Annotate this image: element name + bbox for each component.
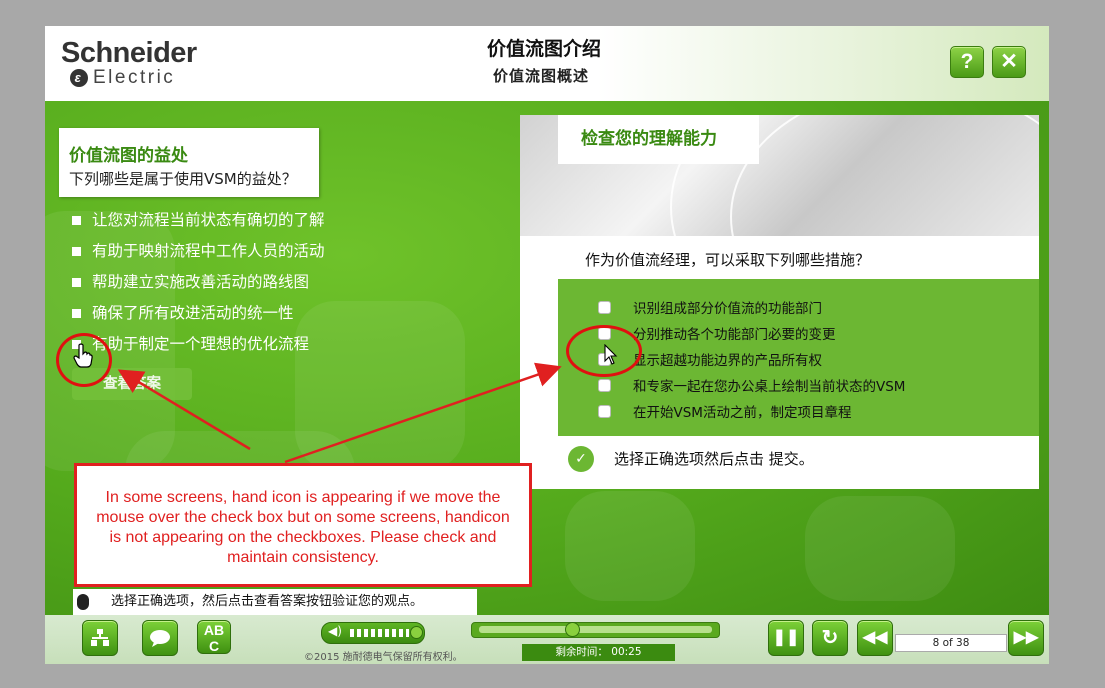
benefits-card: 价值流图的益处 下列哪些是属于使用VSM的益处？ bbox=[59, 128, 319, 197]
checkbox[interactable] bbox=[72, 309, 81, 318]
speech-bubble-icon bbox=[150, 630, 170, 647]
checkbox[interactable] bbox=[72, 216, 81, 225]
knowledge-check-panel: 检查您的理解能力 作为价值流经理，可以采取下列哪些措施？ 识别组成部分价值流的功… bbox=[520, 115, 1039, 489]
checkbox[interactable] bbox=[598, 405, 611, 418]
background-shape bbox=[565, 491, 695, 601]
course-title: 价值流图介绍 bbox=[487, 38, 602, 60]
benefit-option[interactable]: 让您对流程当前状态有确切的了解 bbox=[71, 209, 325, 240]
previous-button[interactable]: ◀◀ bbox=[857, 620, 893, 656]
knowledge-check-title: 检查您的理解能力 bbox=[558, 115, 759, 164]
progress-slider[interactable] bbox=[471, 622, 720, 638]
benefit-option[interactable]: 帮助建立实施改善活动的路线图 bbox=[71, 271, 325, 302]
sitemap-icon bbox=[91, 629, 109, 646]
rewind-icon: ◀◀ bbox=[862, 629, 888, 646]
progress-knob[interactable] bbox=[565, 622, 580, 637]
replay-button[interactable]: ↻ bbox=[812, 620, 848, 656]
checkbox[interactable] bbox=[72, 247, 81, 256]
checkbox[interactable] bbox=[598, 379, 611, 392]
player-controls: AB C ◀) ©2015 施耐德电气保留所有权利。 剩余时间： 00:25 ❚… bbox=[45, 615, 1049, 664]
mouse-hint-icon: ✓ bbox=[568, 446, 594, 472]
sitemap-button[interactable] bbox=[82, 620, 118, 656]
replay-icon: ↻ bbox=[821, 627, 839, 649]
benefits-title: 价值流图的益处 bbox=[69, 146, 188, 166]
submit-hint: ✓ 选择正确选项然后点击 提交。 bbox=[558, 436, 1039, 486]
instruction-bar: 选择正确选项，然后点击查看答案按钮验证您的观点。 bbox=[73, 589, 477, 615]
page-indicator: 8 of 38 bbox=[895, 634, 1007, 652]
annotation-callout: In some screens, hand icon is appearing … bbox=[74, 463, 532, 587]
benefits-question: 下列哪些是属于使用VSM的益处？ bbox=[69, 170, 297, 188]
header: Schneider ε Electric 价值流图介绍 价值流图概述 ? ✕ bbox=[45, 26, 1049, 101]
answer-option[interactable]: 在开始VSM活动之前，制定项目章程 bbox=[558, 398, 1038, 424]
time-remaining: 剩余时间： 00:25 bbox=[522, 644, 675, 661]
pause-button[interactable]: ❚❚ bbox=[768, 620, 804, 656]
glossary-button[interactable]: AB C bbox=[197, 620, 231, 654]
hand-cursor-icon bbox=[73, 343, 93, 368]
logo-glyph-icon: ε bbox=[70, 69, 88, 87]
knowledge-check-question: 作为价值流经理，可以采取下列哪些措施？ bbox=[585, 251, 871, 269]
benefit-option[interactable]: 确保了所有改进活动的统一性 bbox=[71, 302, 325, 333]
fast-forward-icon: ▶▶ bbox=[1013, 629, 1039, 646]
answer-option[interactable]: 和专家一起在您办公桌上绘制当前状态的VSM bbox=[558, 372, 1038, 398]
arrow-cursor-icon bbox=[604, 344, 618, 365]
volume-control[interactable]: ◀) bbox=[321, 622, 425, 644]
course-subtitle: 价值流图概述 bbox=[493, 67, 590, 85]
pause-icon: ❚❚ bbox=[772, 629, 800, 646]
swoosh-decoration bbox=[730, 115, 1039, 236]
help-button[interactable]: ? bbox=[950, 46, 984, 78]
volume-knob[interactable] bbox=[410, 626, 423, 639]
mouse-icon bbox=[77, 594, 89, 610]
logo-name: Schneider bbox=[61, 37, 197, 69]
checkbox[interactable] bbox=[598, 301, 611, 314]
benefit-option[interactable]: 有助于映射流程中工作人员的活动 bbox=[71, 240, 325, 271]
background-shape bbox=[805, 496, 955, 601]
speaker-icon: ◀) bbox=[328, 624, 342, 638]
close-button[interactable]: ✕ bbox=[992, 46, 1026, 78]
answer-option[interactable]: 识别组成部分价值流的功能部门 bbox=[558, 294, 1038, 320]
copyright-text: ©2015 施耐德电气保留所有权利。 bbox=[304, 652, 463, 663]
logo-subname: Electric bbox=[93, 67, 176, 88]
checkbox[interactable] bbox=[72, 278, 81, 287]
schneider-logo: Schneider ε Electric bbox=[61, 38, 197, 88]
benefits-list: 让您对流程当前状态有确切的了解 有助于映射流程中工作人员的活动 帮助建立实施改善… bbox=[71, 209, 325, 364]
chat-button[interactable] bbox=[142, 620, 178, 656]
next-button[interactable]: ▶▶ bbox=[1008, 620, 1044, 656]
